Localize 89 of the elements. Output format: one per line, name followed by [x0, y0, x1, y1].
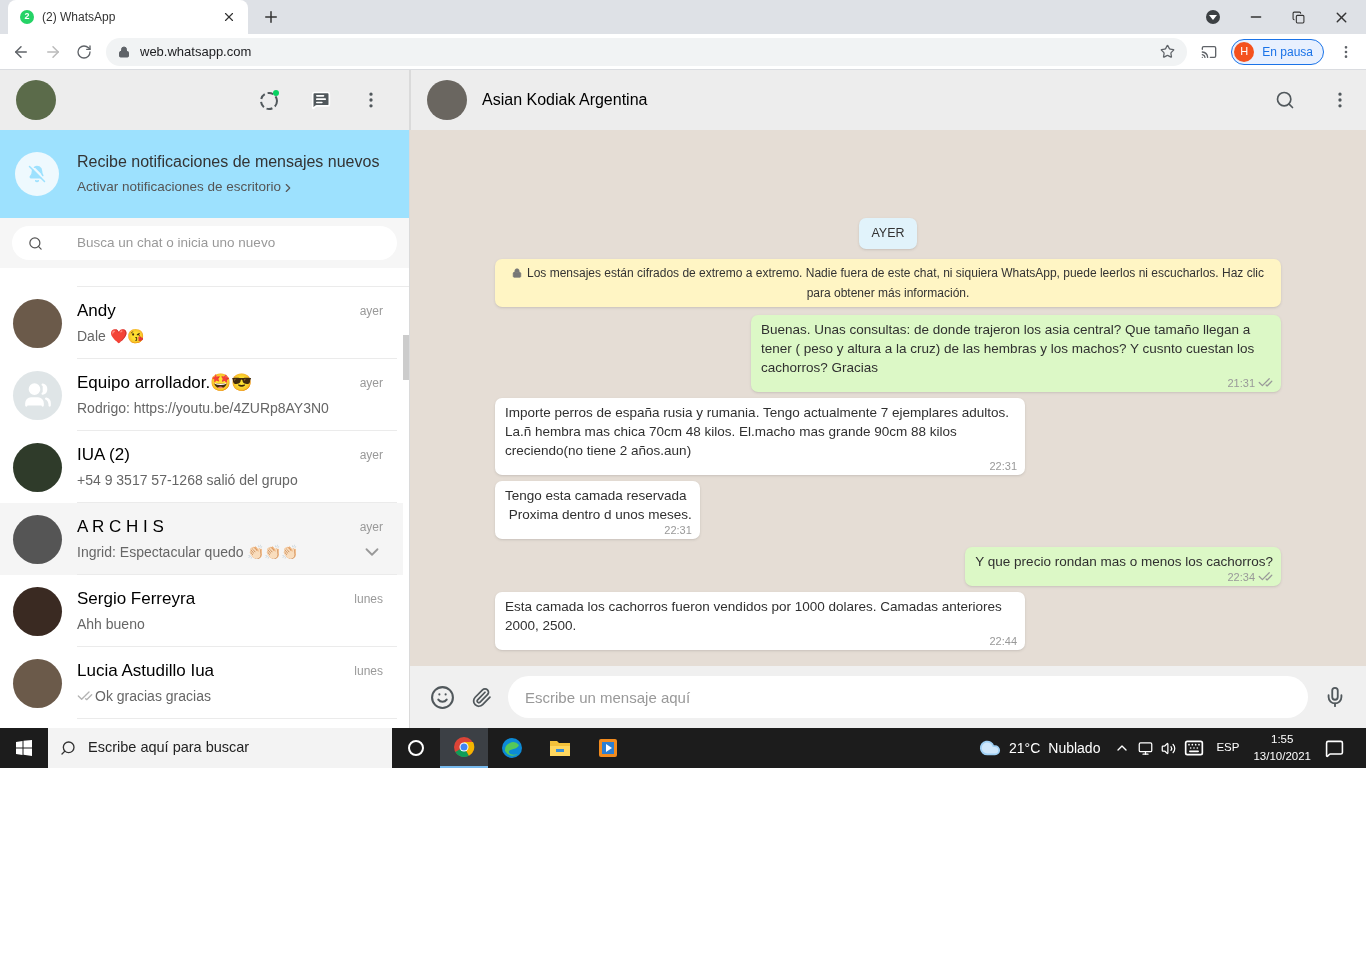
notice-text: Los mensajes están cifrados de extremo a extremo. Nadie fuera de este chat, ni siquiera WhatsApp, puede leerlos ni escucharlos. Haz clic para obtener más información.	[511, 265, 1264, 300]
restore-icon[interactable]	[1292, 10, 1305, 24]
group-avatar	[13, 370, 62, 420]
language-indicator[interactable]: ESP	[1216, 739, 1240, 757]
contact-photo-placeholder[interactable]	[427, 80, 467, 120]
clock-time: 1:55	[1271, 732, 1294, 747]
message-time: 22:31	[989, 458, 1017, 474]
folder-icon	[549, 738, 571, 758]
browser-tab[interactable]: 2 (2) WhatsApp	[8, 0, 248, 34]
tab-title: (2) WhatsApp	[42, 9, 117, 26]
clock-date: 13/10/2021	[1253, 749, 1311, 764]
cast-icon[interactable]	[1201, 43, 1218, 60]
chat-preview: +54 9 3517 57-1268 salió del grupo	[77, 470, 298, 490]
url-text: web.whatsapp.com	[140, 42, 253, 61]
message-text: Y que precio rondan mas o menos los cachorros?	[975, 552, 1273, 571]
chat-name: IUA (2)	[77, 444, 130, 467]
contact-name[interactable]: Asian Kodiak Argentina	[482, 88, 1260, 112]
chat-preview: Ingrid: Espectacular quedo 👏🏻👏🏻👏🏻	[77, 542, 299, 562]
volume-icon[interactable]	[1161, 740, 1177, 756]
profile-button[interactable]: H En pausa	[1231, 38, 1324, 65]
weather-text: Nublado	[1048, 738, 1101, 758]
media-player-icon	[598, 738, 618, 758]
chat-time: ayer	[359, 303, 383, 320]
message-time: 21:31	[1227, 375, 1255, 391]
avatar-photo-placeholder	[13, 514, 62, 564]
chat-name: A R C H I S	[77, 515, 164, 538]
message-text: Importe perros de españa rusia y rumania. Tengo actualmente 7 ejemplares adultos. La.ñ hembra mas chica 70cm 48 kilos. El.macho mas grande 90cm 88 kilos creciendo(no tiene 2 años.aun)	[505, 403, 1011, 460]
chat-time: ayer	[359, 518, 383, 536]
message-time: 22:44	[989, 633, 1017, 649]
tab-search-icon[interactable]	[1206, 10, 1220, 24]
edge-icon	[501, 737, 523, 759]
new-tab-icon[interactable]	[262, 8, 280, 26]
keyboard-icon[interactable]	[1184, 738, 1205, 758]
chat-time: ayer	[359, 447, 383, 464]
lock-icon	[118, 45, 130, 58]
emoji-icon[interactable]	[430, 684, 455, 710]
profile-avatar: H	[1234, 41, 1255, 62]
status-icon[interactable]	[259, 89, 281, 111]
chat-name: Sergio Ferreyra	[77, 588, 196, 611]
chat-preview: Ahh bueno	[77, 614, 145, 634]
lock-icon	[511, 267, 522, 278]
avatar-photo-placeholder	[13, 442, 62, 492]
avatar-photo-placeholder	[13, 298, 62, 348]
chat-time: ayer	[359, 375, 383, 392]
temperature: 21°C	[1009, 738, 1041, 758]
search-icon[interactable]	[1275, 90, 1295, 110]
whatsapp-badge: 2	[20, 10, 34, 24]
chat-preview: Ok gracias gracias	[95, 686, 211, 706]
bell-off-icon	[15, 152, 59, 196]
chat-time: lunes	[354, 591, 383, 608]
date-chip: AYER	[859, 218, 917, 249]
windows-logo-icon	[16, 740, 32, 756]
avatar-photo-placeholder	[13, 658, 62, 708]
taskbar-search-input[interactable]: Escribe aquí para buscar	[88, 737, 380, 759]
encryption-notice[interactable]: Los mensajes están cifrados de extremo a extremo. Nadie fuera de este chat, ni siquiera WhatsApp, puede leerlos ni escucharlos. Haz clic para obtener más información.	[495, 258, 1281, 307]
message-input[interactable]: Escribe un mensaje aquí	[508, 676, 1308, 718]
chat-preview: Rodrigo: https://youtu.be/4ZURp8AY3N0	[77, 398, 329, 418]
chat-name: Andy	[77, 300, 116, 323]
avatar-photo-placeholder	[13, 586, 62, 636]
reload-icon[interactable]	[76, 43, 92, 60]
scrollbar-thumb[interactable]	[403, 335, 409, 380]
paperclip-icon[interactable]	[471, 686, 492, 708]
search-icon	[28, 235, 43, 251]
star-icon[interactable]	[1160, 44, 1176, 59]
chat-preview: Dale ❤😘	[77, 326, 144, 346]
search-icon	[60, 740, 76, 756]
chat-item[interactable]: A R C H I S ayer Ingrid: Espectacular quedo 👏🏻👏🏻👏🏻	[0, 503, 403, 575]
new-chat-icon[interactable]	[311, 90, 331, 110]
chrome-icon	[453, 736, 475, 758]
notification-banner[interactable]: Recibe notificaciones de mensajes nuevos Activar notificaciones de escritorio	[0, 130, 409, 218]
search-field[interactable]: Busca un chat o inicia uno nuevo	[12, 226, 397, 260]
message-time: 22:31	[664, 522, 692, 538]
profile-photo-placeholder[interactable]	[16, 80, 56, 120]
clock[interactable]: 1:55 13/10/2021	[1253, 731, 1311, 765]
message-text: Esta camada los cachorros fueron vendidos por 1000 dolares. Camadas anteriores 2000, 2500.	[505, 597, 1003, 635]
message-text: Buenas. Unas consultas: de donde trajeron los asia central? Que tamaño llegan a tener ( peso y altura a la cruz) de las hembras y los machos? Y cusnto cuestan los cachorros? Gracias	[761, 320, 1256, 377]
taskbar-search-field[interactable]: Escribe aquí para buscar	[48, 728, 392, 768]
chat-name: Lucia Astudillo Iua	[77, 660, 215, 683]
close-icon[interactable]	[222, 10, 236, 24]
message-text: Tengo esta camada reservada Proxima dentro d unos meses.	[505, 486, 692, 524]
address-bar[interactable]: web.whatsapp.com	[106, 37, 1188, 66]
profile-status: En pausa	[1262, 43, 1313, 61]
notifications-icon[interactable]	[1325, 738, 1344, 758]
message-time: 22:34	[1227, 569, 1255, 585]
banner-link[interactable]: Activar notificaciones de escritorio	[77, 177, 282, 198]
chat-name: Equipo arrollador.🤩😎	[77, 372, 253, 395]
banner-title: Recibe notificaciones de mensajes nuevos	[77, 152, 380, 173]
chat-time: lunes	[354, 663, 383, 680]
network-icon[interactable]	[1138, 740, 1154, 756]
